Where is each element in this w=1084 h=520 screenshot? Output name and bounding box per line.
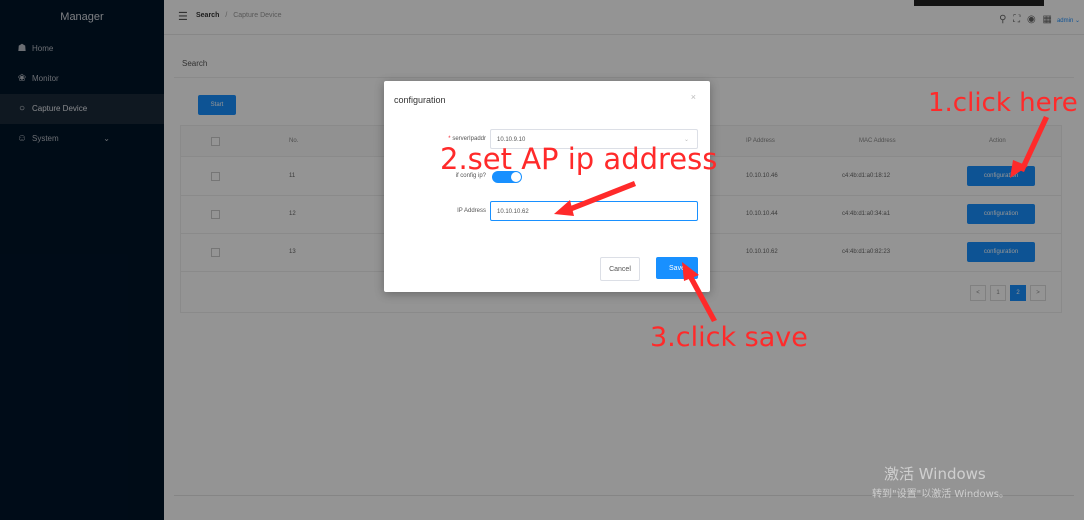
ip-address-input[interactable]: 10.10.10.62 (490, 201, 698, 221)
configuration-dialog: configuration × * serverIpaddr 10.10.9.1… (384, 81, 710, 292)
watermark-line2: 转到"设置"以激活 Windows。 (872, 489, 1010, 500)
annotation-step3: 3.click save (650, 322, 808, 353)
ip-address-label: IP Address (457, 208, 486, 214)
watermark-line1: 激活 Windows (884, 465, 986, 483)
annotation-step1: 1.click here (928, 88, 1078, 118)
close-icon[interactable]: × (691, 92, 696, 102)
save-button[interactable]: Save (656, 257, 698, 279)
cancel-button[interactable]: Cancel (600, 257, 640, 281)
dialog-title: configuration (394, 95, 446, 105)
annotation-step2: 2.set AP ip address (440, 142, 718, 176)
